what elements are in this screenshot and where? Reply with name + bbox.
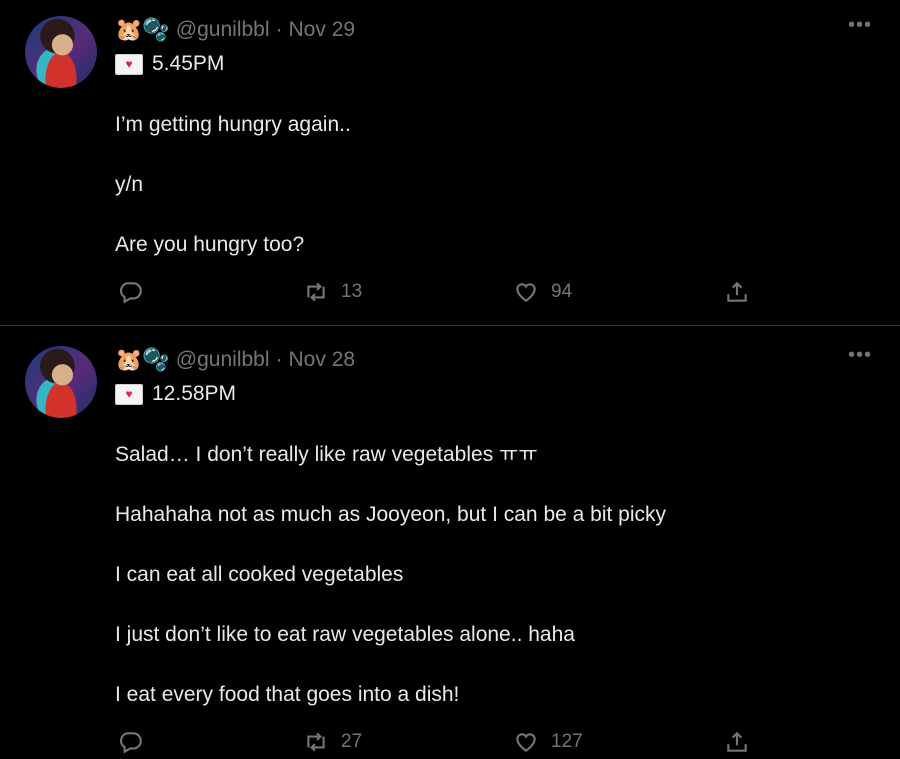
avatar[interactable] — [25, 16, 97, 88]
reply-icon — [120, 732, 142, 754]
more-options-icon[interactable]: ••• — [848, 14, 872, 37]
tweet-line: Hahahaha not as much as Jooyeon, but I c… — [115, 503, 667, 526]
heart-icon — [516, 283, 536, 302]
retweet-count: 27 — [341, 731, 363, 752]
retweet-button[interactable]: 13 — [303, 279, 362, 305]
retweet-icon — [307, 282, 325, 302]
tweet-date[interactable]: Nov 29 — [289, 18, 356, 42]
love-letter-icon: ♥ — [115, 53, 143, 75]
retweet-count: 13 — [341, 281, 363, 302]
tweet-date[interactable]: Nov 28 — [289, 348, 356, 372]
tweet[interactable]: 🐹🫧 @gunilbbl · Nov 29 ••• ♥ 5.45PM I’m g… — [0, 0, 900, 326]
tweet-line: I can eat all cooked vegetables — [115, 563, 404, 586]
reply-button[interactable] — [117, 729, 143, 755]
love-letter-icon: ♥ — [115, 383, 143, 405]
like-count: 94 — [551, 281, 573, 302]
tweet-actions: 13 94 — [115, 279, 755, 309]
retweet-button[interactable]: 27 — [303, 729, 362, 755]
heart-icon — [516, 733, 536, 752]
reply-icon — [120, 282, 142, 304]
user-handle[interactable]: @gunilbbl — [176, 348, 270, 372]
tweet[interactable]: 🐹🫧 @gunilbbl · Nov 28 ••• ♥ 12.58PM Sala… — [0, 326, 900, 755]
share-icon — [727, 731, 747, 752]
like-button[interactable]: 94 — [513, 279, 572, 305]
share-icon — [727, 281, 747, 302]
tweet-line: Are you hungry too? — [115, 233, 305, 256]
tweet-header: 🐹🫧 @gunilbbl · Nov 28 — [115, 347, 355, 373]
user-handle[interactable]: @gunilbbl — [176, 18, 270, 42]
like-count: 127 — [551, 731, 583, 752]
tweet-line: y/n — [115, 173, 144, 196]
time-line: ♥ 5.45PM — [115, 52, 224, 76]
tweet-time-text: 5.45PM — [152, 52, 225, 75]
tweet-body: Salad… I don’t really like raw vegetable… — [115, 440, 666, 740]
tweet-line: I just don’t like to eat raw vegetables … — [115, 623, 575, 646]
retweet-icon — [307, 732, 325, 752]
avatar[interactable] — [25, 346, 97, 418]
time-line: ♥ 12.58PM — [115, 382, 236, 406]
display-name-emojis[interactable]: 🐹🫧 — [115, 17, 170, 43]
tweet-line: I eat every food that goes into a dish! — [115, 683, 460, 706]
like-button[interactable]: 127 — [513, 729, 583, 755]
more-options-icon[interactable]: ••• — [848, 344, 872, 367]
display-name-emojis[interactable]: 🐹🫧 — [115, 347, 170, 373]
tweet-line: Salad… I don’t really like raw vegetable… — [115, 443, 538, 466]
tweet-time-text: 12.58PM — [152, 382, 237, 405]
share-button[interactable] — [724, 279, 750, 305]
separator-dot: · — [275, 348, 283, 371]
tweet-body: I’m getting hungry again.. y/n Are you h… — [115, 110, 351, 290]
tweet-header: 🐹🫧 @gunilbbl · Nov 29 — [115, 17, 355, 43]
share-button[interactable] — [724, 729, 750, 755]
tweet-line: I’m getting hungry again.. — [115, 113, 351, 136]
reply-button[interactable] — [117, 279, 143, 305]
separator-dot: · — [275, 18, 283, 41]
